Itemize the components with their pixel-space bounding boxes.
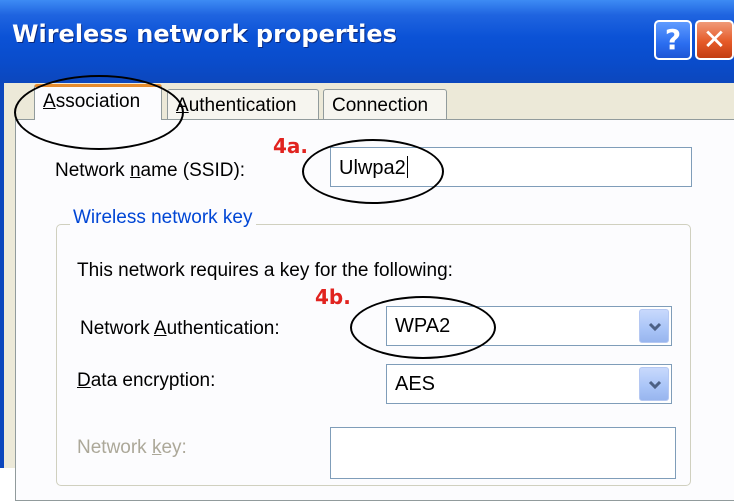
ssid-input-value: Ulwpa2 <box>339 157 406 179</box>
key-requirement-text: This network requires a key for the foll… <box>77 260 453 281</box>
title-bar[interactable]: Wireless network properties ? ✕ <box>0 0 734 83</box>
auth-label-pre: Network <box>80 318 154 339</box>
network-key-label-pre: Network <box>77 437 152 458</box>
ssid-label-post: ame (SSID): <box>140 160 246 181</box>
chevron-down-icon <box>648 380 662 390</box>
network-key-label-post: ey: <box>161 437 187 458</box>
window-title: Wireless network properties <box>12 20 397 48</box>
chevron-down-icon <box>648 322 662 332</box>
ssid-label-mnemonic: n <box>129 160 141 181</box>
tab-authentication-label: uthentication <box>188 95 297 116</box>
auth-select[interactable]: WPA2 <box>386 306 672 346</box>
wireless-key-group-title: Wireless network key <box>70 207 256 229</box>
ssid-label: Network name (SSID): <box>55 160 245 182</box>
auth-dropdown-button[interactable] <box>639 309 669 343</box>
network-key-input[interactable] <box>330 427 676 479</box>
encryption-label: Data encryption: <box>77 370 215 392</box>
ssid-label-pre: Network <box>55 160 130 181</box>
close-button[interactable]: ✕ <box>695 20 734 60</box>
auth-label-mnemonic: A <box>153 318 167 339</box>
tab-authentication[interactable]: Authentication <box>167 89 319 121</box>
auth-label-post: uthentication: <box>166 318 280 339</box>
tab-association-mnemonic: A <box>43 91 56 112</box>
close-icon: ✕ <box>702 23 727 56</box>
tab-connection[interactable]: Connection <box>323 89 447 121</box>
help-button[interactable]: ? <box>654 20 692 60</box>
auth-select-value: WPA2 <box>395 315 451 337</box>
annotation-step-4a: 4a. <box>273 134 309 158</box>
annotation-step-4b: 4b. <box>315 285 351 309</box>
tab-authentication-mnemonic: A <box>176 95 189 116</box>
tab-connection-label: Connection <box>332 95 429 116</box>
encryption-label-mnemonic: D <box>77 370 91 391</box>
help-icon: ? <box>664 23 682 56</box>
auth-label: Network Authentication: <box>80 318 280 340</box>
tab-association-label: ssociation <box>55 91 141 112</box>
tab-association[interactable]: Association <box>34 84 162 120</box>
encryption-select-value: AES <box>395 373 436 395</box>
encryption-select[interactable]: AES <box>386 364 672 404</box>
encryption-label-post: ata encryption: <box>90 370 216 391</box>
ssid-input[interactable]: Ulwpa2 <box>330 147 692 187</box>
text-caret <box>406 156 408 178</box>
encryption-dropdown-button[interactable] <box>639 367 669 401</box>
network-key-label: Network key: <box>77 437 187 459</box>
